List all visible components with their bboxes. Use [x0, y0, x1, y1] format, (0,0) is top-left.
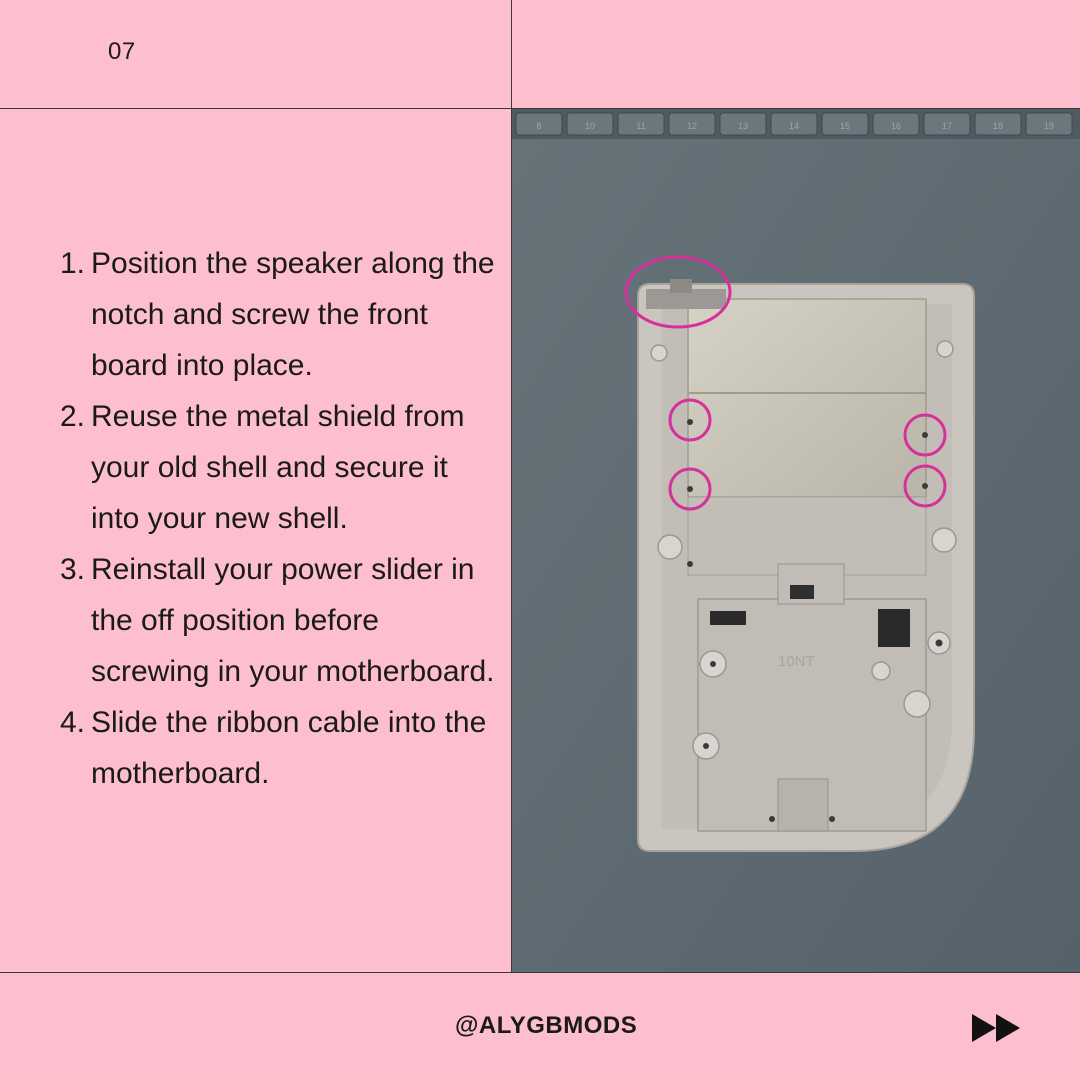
step-text: Reuse the metal shield from your old she…: [91, 400, 465, 535]
ruler-label: 19: [1044, 121, 1054, 131]
ruler-label: 17: [942, 121, 952, 131]
fast-forward-icon: [972, 1014, 1020, 1042]
next-slide-button[interactable]: [968, 1008, 1026, 1048]
ruler-label: 14: [789, 121, 799, 131]
footer-divider: [0, 972, 1080, 973]
step-number: 1.: [60, 247, 86, 280]
ruler-label: 15: [840, 121, 850, 131]
step-number: 4.: [60, 706, 86, 739]
ruler-label: 11: [636, 121, 645, 131]
step-item: 1. Position the speaker along the notch …: [60, 238, 500, 391]
slide-number: 07: [108, 38, 136, 65]
ruler-label: 13: [738, 121, 748, 131]
step-number: 2.: [60, 400, 86, 433]
step-text: Reinstall your power slider in the off p…: [91, 553, 495, 688]
step-text: Position the speaker along the notch and…: [91, 247, 495, 382]
step-item: 2. Reuse the metal shield from your old …: [60, 391, 500, 544]
gameboy-shell: 10NT: [637, 279, 975, 852]
steps-list: 1. Position the speaker along the notch …: [60, 238, 500, 799]
ruler-strip: 8 10 11 12 13 14 15 16 17 18 19: [512, 109, 1080, 139]
ruler-label: 10: [585, 121, 595, 131]
step-number: 3.: [60, 553, 86, 586]
metal-shield: [687, 298, 927, 498]
shell-photo: 8 10 11 12 13 14 15 16 17 18 19 10NT: [512, 109, 1080, 972]
ruler-label: 12: [687, 121, 697, 131]
step-item: 3. Reinstall your power slider in the of…: [60, 544, 500, 697]
step-text: Slide the ribbon cable into the motherbo…: [91, 706, 487, 790]
shell-emboss-text: 10NT: [778, 653, 815, 670]
ruler-label: 18: [993, 121, 1003, 131]
ruler-label: 16: [891, 121, 901, 131]
author-handle: @ALYGBMODS: [455, 1012, 638, 1039]
step-item: 4. Slide the ribbon cable into the mothe…: [60, 697, 500, 799]
ruler-label: 8: [536, 121, 541, 131]
